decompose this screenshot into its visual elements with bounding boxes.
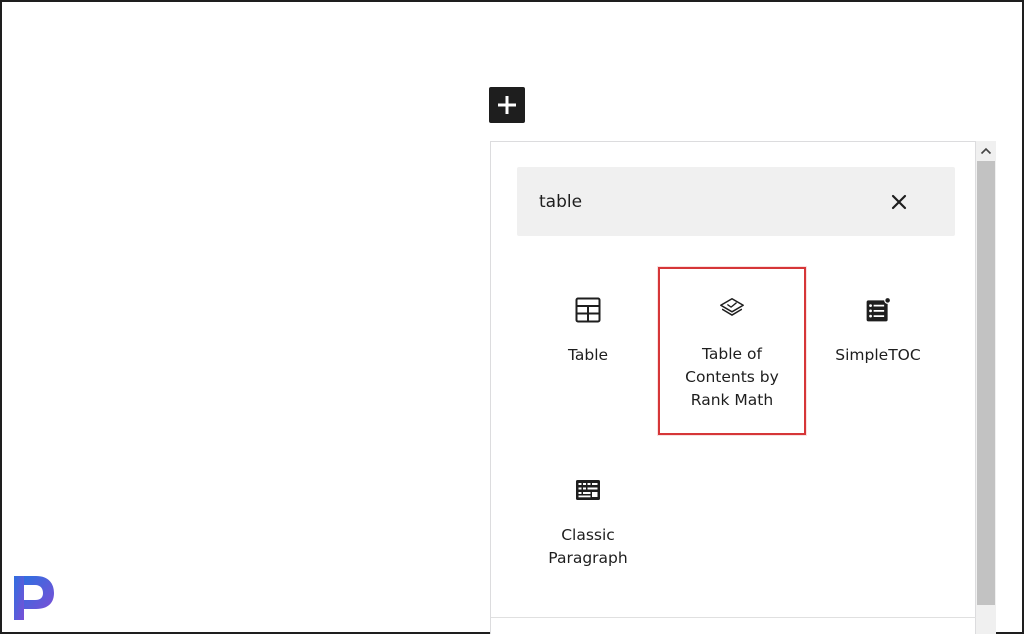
block-result-classic-paragraph[interactable]: Classic Paragraph (518, 452, 658, 612)
search-input[interactable] (517, 167, 877, 236)
plus-icon (498, 96, 516, 114)
close-icon (891, 194, 907, 210)
panel-divider (491, 617, 977, 618)
chevron-up-icon (980, 147, 992, 155)
panel-scrollbar[interactable] (976, 141, 996, 634)
simpletoc-icon (864, 296, 892, 324)
block-result-table[interactable]: Table (518, 272, 658, 432)
block-result-label: SimpleTOC (835, 346, 921, 364)
table-icon (574, 296, 602, 324)
block-result-simpletoc[interactable]: SimpleTOC (808, 272, 948, 432)
rank-math-toc-icon (718, 295, 746, 323)
block-result-table-of-contents[interactable]: Table of Contents by Rank Math (658, 267, 806, 435)
block-inserter-panel: Table Table of Contents by Rank Math (490, 141, 977, 634)
prajwal-desai-logo-icon (12, 574, 56, 622)
block-search (517, 167, 955, 236)
clear-search-button[interactable] (881, 184, 917, 220)
scrollbar-thumb[interactable] (977, 161, 995, 605)
scroll-up-button[interactable] (976, 141, 996, 161)
block-result-label: Table (567, 346, 609, 364)
classic-paragraph-icon (574, 476, 602, 504)
block-result-label: Classic Paragraph (548, 526, 628, 567)
block-result-label: Table of Contents by Rank Math (685, 345, 779, 409)
add-block-button[interactable] (489, 87, 525, 123)
